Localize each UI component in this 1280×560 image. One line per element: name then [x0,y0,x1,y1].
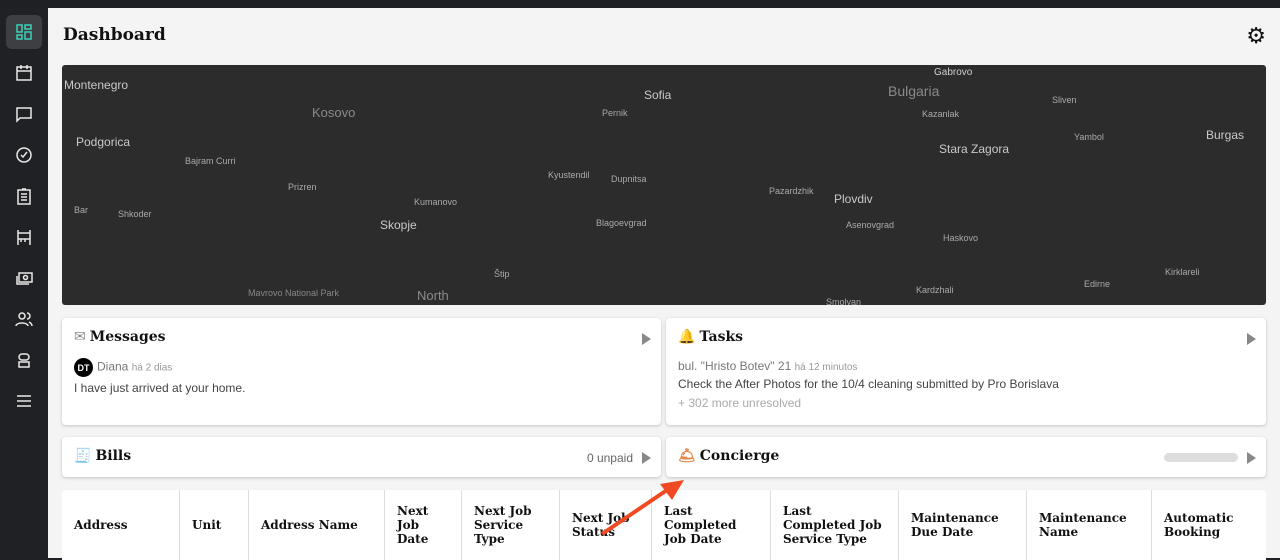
map-label: Prizren [288,182,317,192]
map-label: Dupnitsa [611,174,647,184]
map-label: Gabrovo [934,67,973,78]
money-icon [16,272,33,285]
sidebar-item-messages[interactable] [6,97,42,131]
top-bar [0,0,1280,8]
sidebar-item-concierge[interactable] [6,343,42,377]
bills-title: Bills [95,448,132,464]
sidebar-item-team[interactable] [6,302,42,336]
concierge-bell-icon: 🛎 [678,448,696,464]
map-label: Pernik [602,108,628,118]
messages-title: Messages [89,329,166,345]
menu-icon [17,395,31,407]
tasks-more[interactable]: + 302 more unresolved [678,396,801,410]
column-header[interactable]: Maintenance Due Date [899,490,1027,560]
concierge-card[interactable]: 🛎 Concierge [666,437,1266,477]
main-content: Dashboard ⚙ Montenegro Kosovo Sofia Bulg… [48,8,1280,560]
sidebar-item-properties[interactable] [6,220,42,254]
sidebar-item-calendar[interactable] [6,56,42,90]
bell-icon: 🔔 [678,329,696,345]
column-header[interactable]: Last Completed Job Service Type [771,490,899,560]
expand-tasks-icon[interactable] [1247,333,1256,345]
tasks-title: Tasks [699,329,744,345]
sidebar-item-tasks[interactable] [6,138,42,172]
calendar-icon [16,65,32,81]
column-header[interactable]: Maintenance Name [1027,490,1152,560]
task-time: há 12 minutos [794,362,858,373]
map-label: Kumanovo [414,197,458,207]
map-label: Bajram Curri [185,156,236,166]
users-icon [15,312,33,327]
task-body: Check the After Photos for the 10/4 clea… [678,377,1059,391]
column-header[interactable]: Next Job Date [385,490,462,560]
map-label: Kyustendil [548,170,590,180]
map-label: Mavrovo National Park [248,288,340,298]
bills-status: 0 unpaid [586,451,633,465]
map-label: Edirne [1084,279,1111,289]
map-label: Skopje [380,218,417,232]
map-label: Bar [74,205,89,215]
expand-messages-icon[interactable] [642,333,651,345]
sidebar [0,8,48,558]
tasks-card[interactable]: 🔔 Tasks bul. "Hristo Botev" 21 há 12 minu… [666,318,1266,425]
sidebar-item-checklist[interactable] [6,179,42,213]
map-label: Kazanlak [922,109,960,119]
column-header[interactable]: Next Job Service Type [462,490,560,560]
map-label: Smolyan [826,297,862,305]
map-label: North [417,288,449,303]
gear-icon[interactable]: ⚙ [1246,25,1266,47]
task-address: bul. "Hristo Botev" 21 [678,359,792,373]
check-circle-icon [16,147,32,163]
map[interactable]: Montenegro Kosovo Sofia Bulgaria Gabrovo… [62,65,1266,305]
map-label: Kosovo [312,105,356,120]
map-label: Kardzhali [916,285,954,295]
map-label: Pazardzhik [769,186,814,196]
page-title: Dashboard [63,25,166,45]
map-label: Shkoder [118,209,152,219]
map-label: Burgas [1206,128,1245,142]
robot-icon [18,353,30,368]
message-time: há 2 dias [131,362,173,374]
message-body: I have just arrived at your home. [74,381,246,395]
concierge-title: Concierge [699,448,780,464]
column-header[interactable]: Address [62,490,180,560]
map-label: Štip [494,269,510,279]
map-label: Haskovo [943,233,979,243]
map-label: Yambol [1074,132,1104,142]
clipboard-icon [17,188,31,205]
bill-icon: 🧾 [74,448,92,464]
loading-placeholder [1164,453,1238,462]
expand-concierge-icon[interactable] [1247,452,1256,464]
column-header[interactable]: Unit [180,490,249,560]
map-label: Podgorica [76,135,131,149]
map-label: Stara Zagora [939,142,1010,156]
bills-card[interactable]: 🧾 Bills 0 unpaid [62,437,661,477]
sidebar-item-payments[interactable] [6,261,42,295]
column-header[interactable]: Address Name [249,490,385,560]
column-header[interactable]: Automatic Booking [1152,490,1266,560]
building-icon [17,230,31,245]
map-label: Bulgaria [888,83,940,99]
sidebar-item-menu[interactable] [6,384,42,418]
map-label: Kirklareli [1165,267,1200,277]
map-label: Plovdiv [834,192,873,206]
map-label: Sliven [1052,95,1077,105]
sidebar-item-dashboard[interactable] [6,15,42,49]
map-label: Montenegro [64,78,129,92]
dashboard-icon [16,24,32,40]
map-label: Sofia [644,88,672,102]
map-label: Blagoevgrad [596,218,647,228]
message-sender: Diana [97,359,129,374]
annotation-arrow-icon [600,480,684,536]
envelope-icon: ✉ [74,329,86,345]
expand-bills-icon[interactable] [642,452,651,464]
map-label: Asenovgrad [846,220,895,230]
chat-icon [16,107,32,123]
avatar: DT [74,358,93,377]
messages-card[interactable]: ✉ Messages DT Diana há 2 dias I have just … [62,318,661,425]
